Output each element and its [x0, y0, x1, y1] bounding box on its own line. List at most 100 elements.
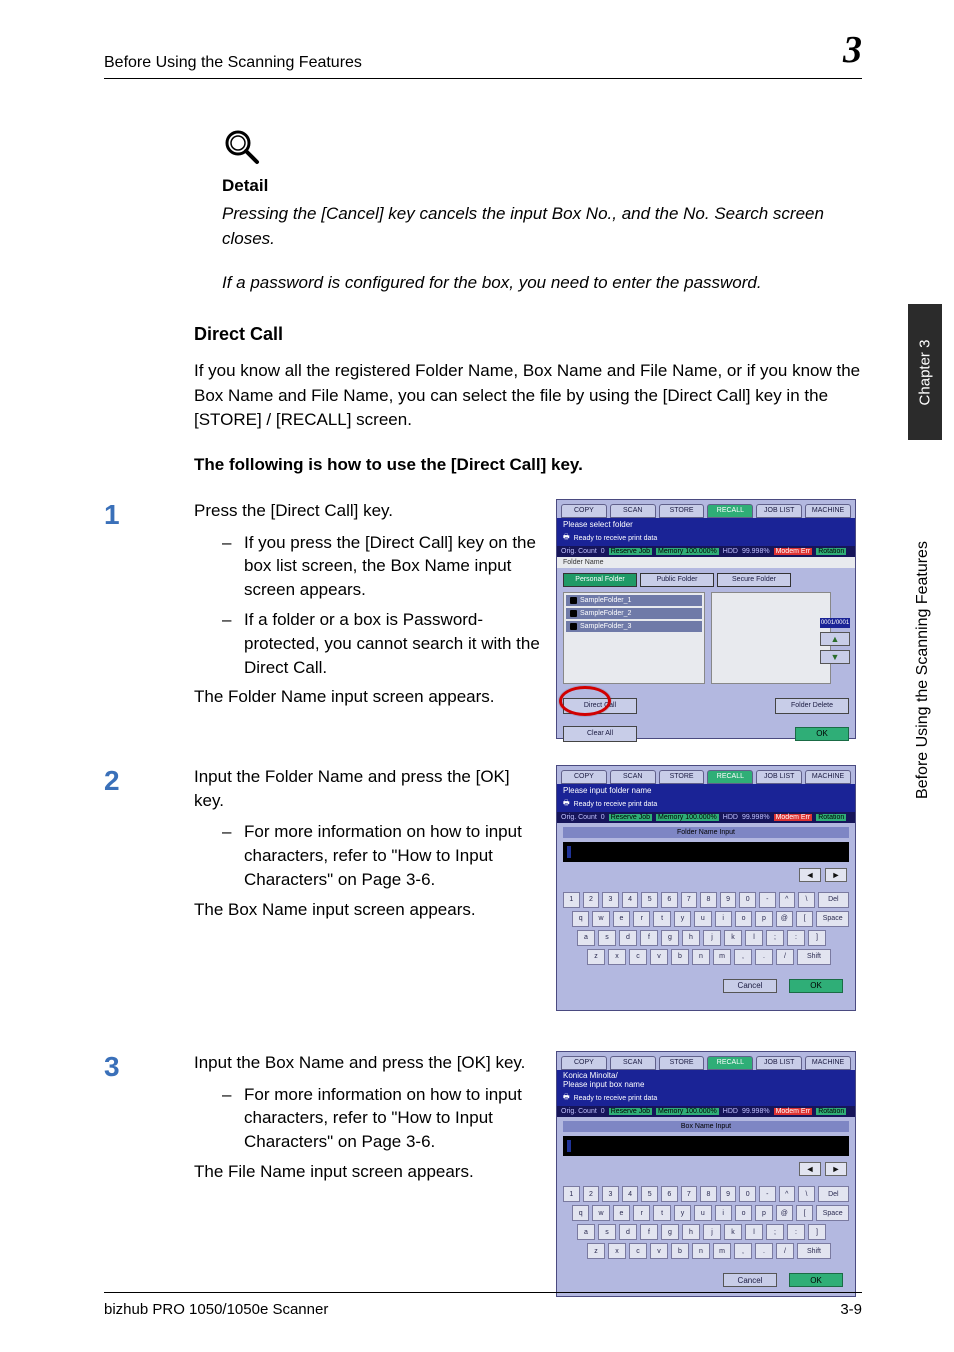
key[interactable]: . — [755, 1243, 773, 1259]
key[interactable]: f — [640, 930, 658, 946]
key[interactable]: e — [613, 1205, 630, 1221]
key[interactable]: u — [694, 911, 711, 927]
tab-machine[interactable]: MACHINE — [805, 1056, 851, 1070]
key[interactable]: 8 — [700, 892, 717, 908]
key[interactable]: / — [776, 1243, 794, 1259]
key[interactable]: z — [587, 949, 605, 965]
key[interactable]: r — [633, 911, 650, 927]
key[interactable]: ] — [808, 1224, 826, 1240]
tab-store[interactable]: STORE — [659, 1056, 705, 1070]
tab-secure-folder[interactable]: Secure Folder — [717, 573, 791, 587]
key-space[interactable]: Space — [816, 911, 849, 927]
key[interactable]: @ — [776, 1205, 793, 1221]
key[interactable]: 0 — [739, 1186, 756, 1202]
key[interactable]: y — [674, 1205, 691, 1221]
key[interactable]: g — [661, 1224, 679, 1240]
tab-scan[interactable]: SCAN — [610, 504, 656, 518]
key[interactable]: w — [592, 1205, 609, 1221]
key[interactable]: t — [653, 911, 670, 927]
tab-scan[interactable]: SCAN — [610, 1056, 656, 1070]
key[interactable]: 6 — [661, 1186, 678, 1202]
key[interactable]: k — [724, 930, 742, 946]
key[interactable]: a — [577, 930, 595, 946]
tab-joblist[interactable]: JOB LIST — [756, 1056, 802, 1070]
key[interactable]: ; — [766, 930, 784, 946]
key[interactable]: / — [776, 949, 794, 965]
key[interactable]: - — [759, 892, 776, 908]
tab-recall[interactable]: RECALL — [707, 504, 753, 518]
key[interactable]: , — [734, 949, 752, 965]
key[interactable]: m — [713, 1243, 731, 1259]
key[interactable]: 9 — [720, 1186, 737, 1202]
key[interactable]: , — [734, 1243, 752, 1259]
key[interactable]: o — [735, 911, 752, 927]
key[interactable]: i — [715, 911, 732, 927]
key[interactable]: i — [715, 1205, 732, 1221]
key[interactable]: 4 — [622, 1186, 639, 1202]
tab-machine[interactable]: MACHINE — [805, 504, 851, 518]
key[interactable]: c — [629, 1243, 647, 1259]
key[interactable]: h — [682, 930, 700, 946]
page-down-button[interactable]: ▼ — [820, 650, 850, 664]
ok-button[interactable]: OK — [789, 979, 843, 993]
key[interactable]: 2 — [583, 892, 600, 908]
key[interactable]: \ — [798, 892, 815, 908]
key[interactable]: q — [572, 1205, 589, 1221]
cancel-button[interactable]: Cancel — [723, 979, 777, 993]
key[interactable]: : — [787, 930, 805, 946]
key[interactable]: ^ — [779, 892, 796, 908]
key[interactable]: b — [671, 949, 689, 965]
tab-store[interactable]: STORE — [659, 504, 705, 518]
cursor-right-button[interactable]: ► — [825, 868, 847, 882]
cursor-right-button[interactable]: ► — [825, 1162, 847, 1176]
key[interactable]: q — [572, 911, 589, 927]
key[interactable]: 4 — [622, 892, 639, 908]
tab-recall[interactable]: RECALL — [707, 770, 753, 784]
key[interactable]: y — [674, 911, 691, 927]
tab-copy[interactable]: COPY — [561, 1056, 607, 1070]
tab-store[interactable]: STORE — [659, 770, 705, 784]
cursor-left-button[interactable]: ◄ — [799, 868, 821, 882]
key-space[interactable]: Space — [816, 1205, 849, 1221]
text-input[interactable] — [563, 1136, 849, 1156]
key[interactable]: 1 — [563, 892, 580, 908]
key[interactable]: ^ — [779, 1186, 796, 1202]
key[interactable]: 3 — [602, 1186, 619, 1202]
key[interactable]: s — [598, 930, 616, 946]
key[interactable]: t — [653, 1205, 670, 1221]
key[interactable]: \ — [798, 1186, 815, 1202]
key[interactable]: ] — [808, 930, 826, 946]
key[interactable]: 2 — [583, 1186, 600, 1202]
tab-copy[interactable]: COPY — [561, 770, 607, 784]
key[interactable]: m — [713, 949, 731, 965]
tab-copy[interactable]: COPY — [561, 504, 607, 518]
key[interactable]: c — [629, 949, 647, 965]
key[interactable]: x — [608, 949, 626, 965]
key[interactable]: 0 — [739, 892, 756, 908]
key[interactable]: - — [759, 1186, 776, 1202]
text-input[interactable] — [563, 842, 849, 862]
tab-scan[interactable]: SCAN — [610, 770, 656, 784]
key[interactable]: j — [703, 1224, 721, 1240]
key[interactable]: 5 — [641, 892, 658, 908]
key[interactable]: a — [577, 1224, 595, 1240]
key[interactable]: : — [787, 1224, 805, 1240]
key[interactable]: [ — [796, 1205, 813, 1221]
key[interactable]: 9 — [720, 892, 737, 908]
page-up-button[interactable]: ▲ — [820, 632, 850, 646]
tab-personal-folder[interactable]: Personal Folder — [563, 573, 637, 587]
key[interactable]: @ — [776, 911, 793, 927]
list-item[interactable]: SampleFolder_1 — [566, 595, 702, 606]
key[interactable]: w — [592, 911, 609, 927]
key[interactable]: v — [650, 949, 668, 965]
tab-public-folder[interactable]: Public Folder — [640, 573, 714, 587]
ok-button[interactable]: OK — [789, 1273, 843, 1287]
ok-button[interactable]: OK — [795, 727, 849, 741]
key[interactable]: 7 — [681, 1186, 698, 1202]
key[interactable]: 1 — [563, 1186, 580, 1202]
key[interactable]: o — [735, 1205, 752, 1221]
key[interactable]: 8 — [700, 1186, 717, 1202]
tab-recall[interactable]: RECALL — [707, 1056, 753, 1070]
key[interactable]: l — [745, 930, 763, 946]
key[interactable]: e — [613, 911, 630, 927]
